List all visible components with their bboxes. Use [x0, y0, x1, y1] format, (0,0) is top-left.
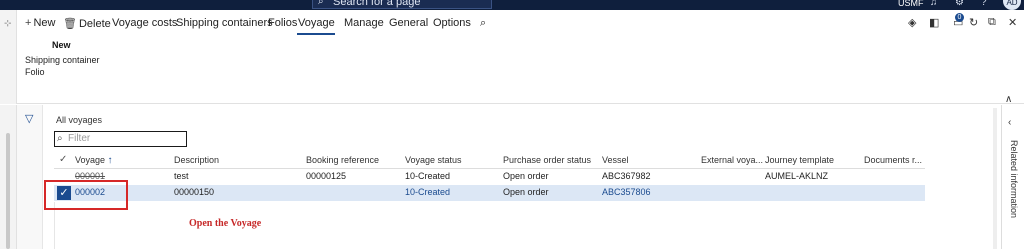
ribbon-folio-button[interactable]: Folio	[25, 67, 45, 77]
bell-icon[interactable]: ♫	[930, 0, 938, 8]
column-header-documents[interactable]: Documents r...	[864, 155, 922, 165]
column-header-voyage-status[interactable]: Voyage status	[405, 155, 462, 165]
pin-icon[interactable]: ⊹	[4, 18, 12, 29]
booking-reference-cell: 00000125	[306, 171, 347, 181]
column-header-purchase-order-status[interactable]: Purchase order status	[503, 155, 591, 165]
filter-input[interactable]: ⌕ Filter	[54, 131, 187, 147]
company-picker[interactable]: USMF	[898, 0, 924, 8]
page-search-input[interactable]: ⌕ Search for a page	[312, 0, 492, 9]
tab-manage[interactable]: Manage	[344, 17, 384, 29]
left-scrollbar[interactable]	[6, 133, 10, 249]
open-new-window-icon[interactable]: ⧉	[988, 16, 996, 29]
journey-template-cell: AUMEL-AKLNZ	[765, 171, 829, 181]
search-actions-icon[interactable]: ⌕	[480, 17, 486, 30]
office-icon[interactable]: ◧	[929, 16, 939, 29]
sort-ascending-icon: ↑	[107, 155, 113, 166]
search-icon: ⌕	[318, 0, 324, 7]
column-header-journey-template[interactable]: Journey template	[765, 155, 834, 165]
ribbon-shipping-container-button[interactable]: Shipping container	[25, 55, 100, 65]
tab-voyage[interactable]: Voyage	[298, 17, 335, 29]
table-row-selected[interactable]: ✓ 000002 00000150 10-Created Open order …	[54, 185, 925, 201]
ribbon-group-title: New	[52, 40, 71, 50]
nav-strip-lower	[0, 105, 17, 249]
column-header-vessel[interactable]: Vessel	[602, 155, 629, 165]
purchase-order-status-cell: Open order	[503, 187, 549, 197]
search-icon: ⌕	[57, 133, 63, 144]
description-cell: test	[174, 171, 189, 181]
voyage-status-cell: 10-Created	[405, 187, 451, 197]
voyage-costs-button[interactable]: Voyage costs	[112, 17, 177, 29]
related-information-label[interactable]: Related information	[1009, 140, 1019, 218]
search-placeholder: Search for a page	[333, 0, 421, 8]
active-tab-indicator	[297, 33, 335, 35]
avatar[interactable]: AD	[1003, 0, 1021, 10]
close-icon[interactable]: ✕	[1008, 16, 1017, 29]
collapse-ribbon-icon[interactable]: ∧	[1005, 94, 1012, 105]
vessel-cell: ABC367982	[602, 171, 651, 181]
new-button[interactable]: + New	[25, 17, 55, 29]
voyage-status-cell: 10-Created	[405, 171, 451, 181]
column-header-external-voyage[interactable]: External voya...	[701, 155, 763, 165]
vessel-link[interactable]: ABC357806	[602, 187, 651, 197]
filter-pane	[17, 105, 43, 249]
delete-button[interactable]: 🗑 Delete	[63, 17, 111, 30]
tab-general[interactable]: General	[389, 17, 428, 29]
column-header-description[interactable]: Description	[174, 155, 219, 165]
help-icon[interactable]: ?	[981, 0, 987, 8]
filter-icon[interactable]: ▽	[25, 112, 33, 125]
purchase-order-status-cell: Open order	[503, 171, 549, 181]
shipping-containers-button[interactable]: Shipping containers	[176, 17, 273, 29]
expand-panel-icon[interactable]: ‹	[1008, 117, 1011, 128]
tab-options[interactable]: Options	[433, 17, 471, 29]
refresh-icon[interactable]: ↻	[969, 16, 978, 29]
annotation-highlight-box	[44, 180, 128, 210]
table-row[interactable]: 000001 test 00000125 10-Created Open ord…	[54, 169, 925, 185]
diamond-icon[interactable]: ◈	[908, 16, 916, 29]
attachment-count-badge: 0	[955, 13, 964, 22]
select-all-check-icon[interactable]: ✓	[59, 154, 67, 165]
column-header-booking-reference[interactable]: Booking reference	[306, 155, 379, 165]
folios-button[interactable]: Folios	[268, 17, 297, 29]
trash-icon: 🗑	[63, 18, 77, 30]
description-cell: 00000150	[174, 187, 215, 197]
column-header-voyage[interactable]: Voyage ↑	[75, 155, 113, 166]
grid-header: ✓ Voyage ↑ Description Booking reference…	[54, 153, 925, 169]
list-title: All voyages	[56, 115, 103, 125]
gear-icon[interactable]: ⚙	[955, 0, 964, 8]
plus-icon: +	[25, 17, 32, 29]
grid-empty-area	[54, 202, 925, 249]
filter-placeholder: Filter	[68, 133, 91, 144]
grid-scrollbar[interactable]	[993, 108, 997, 249]
top-nav-bar: ⌕ Search for a page USMF ♫ ⚙ ? AD	[0, 0, 1024, 10]
annotation-text: Open the Voyage	[189, 218, 262, 229]
